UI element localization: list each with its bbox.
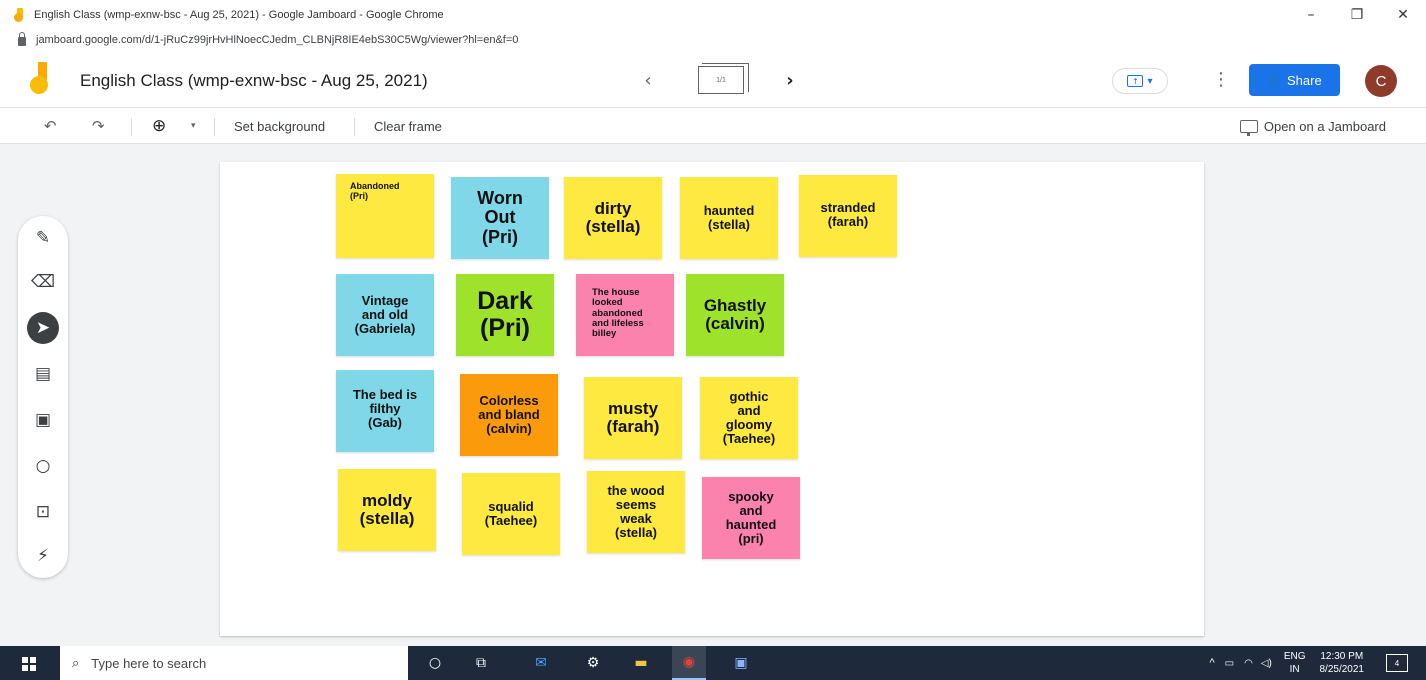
sticky-note[interactable]: Abandoned (Pri) [336, 174, 434, 258]
lock-icon [18, 32, 26, 46]
sticky-note[interactable]: haunted (stella) [680, 177, 778, 259]
sticky-note[interactable]: moldy (stella) [338, 469, 436, 551]
app-icon[interactable]: ▣ [724, 646, 758, 680]
chrome-icon[interactable]: ◉ [672, 646, 706, 680]
url-text[interactable]: jamboard.google.com/d/1-jRuCz99jrHvHlNoe… [36, 34, 518, 46]
present-button[interactable]: ↑ ▾ [1112, 68, 1168, 94]
present-icon: ↑ [1127, 75, 1144, 87]
system-tray: ^ ▭ ◠ ◁) ENG IN 12:30 PM 8/25/2021 4 [1209, 646, 1426, 680]
restore-button[interactable]: ❐ [1334, 0, 1380, 30]
tool-rail: ✎ ⌫ ➤ ▤ ▣ ○ ⊡ ⚡ [18, 216, 68, 578]
jamboard-toolbar: ↶ ↷ ⊕ ▾ Set background Clear frame Open … [0, 108, 1426, 144]
tray-chevron-icon[interactable]: ^ [1209, 657, 1214, 669]
next-frame-icon[interactable]: › [778, 68, 802, 92]
jamboard-logo-icon[interactable] [28, 62, 54, 96]
volume-icon[interactable]: ◁) [1261, 658, 1272, 669]
circle-icon[interactable]: ○ [27, 450, 59, 482]
image-icon[interactable]: ▣ [27, 404, 59, 436]
pen-icon[interactable]: ✎ [27, 222, 59, 254]
jamboard-header: English Class (wmp-exnw-bsc - Aug 25, 20… [0, 50, 1426, 108]
cortana-icon[interactable]: ○ [418, 646, 452, 680]
frame-counter: 1/1 [716, 76, 726, 84]
sticky-note[interactable]: squalid (Taehee) [462, 473, 560, 555]
sticky-note[interactable]: Ghastly (calvin) [686, 274, 784, 356]
wifi-icon[interactable]: ◠ [1244, 658, 1253, 669]
sticky-note[interactable]: Dark (Pri) [456, 274, 554, 356]
person-add-icon: 👤 [1267, 73, 1281, 87]
zoom-icon[interactable]: ⊕ [152, 116, 166, 136]
select-icon[interactable]: ➤ [27, 312, 59, 344]
sticky-note[interactable]: The house looked abandoned and lifeless … [576, 274, 674, 356]
eraser-icon[interactable]: ⌫ [27, 266, 59, 298]
prev-frame-icon[interactable]: ‹ [636, 68, 660, 92]
minimize-button[interactable]: – [1288, 0, 1334, 30]
frame-bar-button[interactable]: 1/1 [698, 63, 749, 94]
sticky-note[interactable]: dirty (stella) [564, 177, 662, 259]
window-title: English Class (wmp-exnw-bsc - Aug 25, 20… [34, 9, 444, 21]
clock[interactable]: 12:30 PM 8/25/2021 [1320, 650, 1365, 676]
laser-icon[interactable]: ⚡ [27, 540, 59, 572]
frame-navigation: ‹ 1/1 › [636, 63, 802, 94]
share-label: Share [1287, 72, 1322, 88]
lang-code: ENG [1283, 651, 1306, 662]
open-on-jamboard-button[interactable]: Open on a Jamboard [1239, 108, 1386, 144]
set-background-button[interactable]: Set background [234, 108, 325, 144]
sticky-note[interactable]: Vintage and old (Gabriela) [336, 274, 434, 356]
search-icon: ⌕ [72, 655, 80, 671]
windows-start-icon[interactable] [22, 657, 36, 671]
more-options-icon[interactable]: ⋮ [1212, 69, 1230, 90]
jam-title[interactable]: English Class (wmp-exnw-bsc - Aug 25, 20… [80, 71, 428, 91]
zoom-dropdown-icon[interactable]: ▾ [191, 121, 196, 131]
sticky-note[interactable]: spooky and haunted (pri) [702, 477, 800, 559]
clock-date: 8/25/2021 [1319, 664, 1365, 675]
open-on-label: Open on a Jamboard [1263, 118, 1386, 134]
task-view-icon[interactable]: ⧉ [464, 646, 498, 680]
clear-frame-button[interactable]: Clear frame [374, 108, 442, 144]
mail-icon[interactable]: ✉ [524, 646, 558, 680]
battery-icon[interactable]: ▭ [1225, 658, 1234, 669]
notification-icon[interactable]: 4 [1386, 654, 1408, 672]
sticky-note[interactable]: the wood seems weak (stella) [587, 471, 685, 553]
whiteboard-canvas[interactable]: Abandoned (Pri) Worn Out (Pri) dirty (st… [220, 162, 1204, 636]
file-explorer-icon[interactable]: ▬ [624, 646, 658, 680]
browser-title-bar: English Class (wmp-exnw-bsc - Aug 25, 20… [0, 0, 1426, 30]
sticky-note[interactable]: gothic and gloomy (Taehee) [700, 377, 798, 459]
address-bar[interactable]: jamboard.google.com/d/1-jRuCz99jrHvHlNoe… [0, 30, 1426, 50]
chevron-down-icon: ▾ [1147, 75, 1153, 87]
redo-icon[interactable]: ↷ [92, 117, 105, 135]
taskbar-search-input[interactable]: ⌕ Type here to search [60, 646, 408, 680]
close-window-button[interactable]: ✕ [1380, 0, 1426, 30]
settings-icon[interactable]: ⚙ [576, 646, 610, 680]
share-button[interactable]: 👤 Share [1249, 64, 1340, 96]
windows-taskbar: ⌕ Type here to search ○ ⧉ ✉ ⚙ ▬ ◉ ▣ ^ ▭ … [0, 646, 1426, 680]
sticky-note[interactable]: The bed is filthy (Gab) [336, 370, 434, 452]
sticky-note[interactable]: Worn Out (Pri) [451, 177, 549, 259]
undo-icon[interactable]: ↶ [44, 117, 57, 135]
sticky-note[interactable]: musty (farah) [584, 377, 682, 459]
avatar[interactable]: C [1365, 65, 1397, 97]
text-box-icon[interactable]: ⊡ [27, 496, 59, 528]
lang-region: IN [1289, 664, 1300, 675]
monitor-icon [1239, 119, 1258, 136]
language-indicator[interactable]: ENG IN [1284, 650, 1306, 676]
clock-time: 12:30 PM [1320, 651, 1364, 662]
workspace: Abandoned (Pri) Worn Out (Pri) dirty (st… [0, 144, 1426, 646]
sticky-note[interactable]: stranded (farah) [799, 175, 897, 257]
notification-count: 4 [1394, 658, 1400, 668]
search-placeholder: Type here to search [91, 655, 207, 671]
sticky-note-icon[interactable]: ▤ [27, 358, 59, 390]
jamboard-favicon-icon [14, 8, 26, 22]
sticky-note[interactable]: Colorless and bland (calvin) [460, 374, 558, 456]
